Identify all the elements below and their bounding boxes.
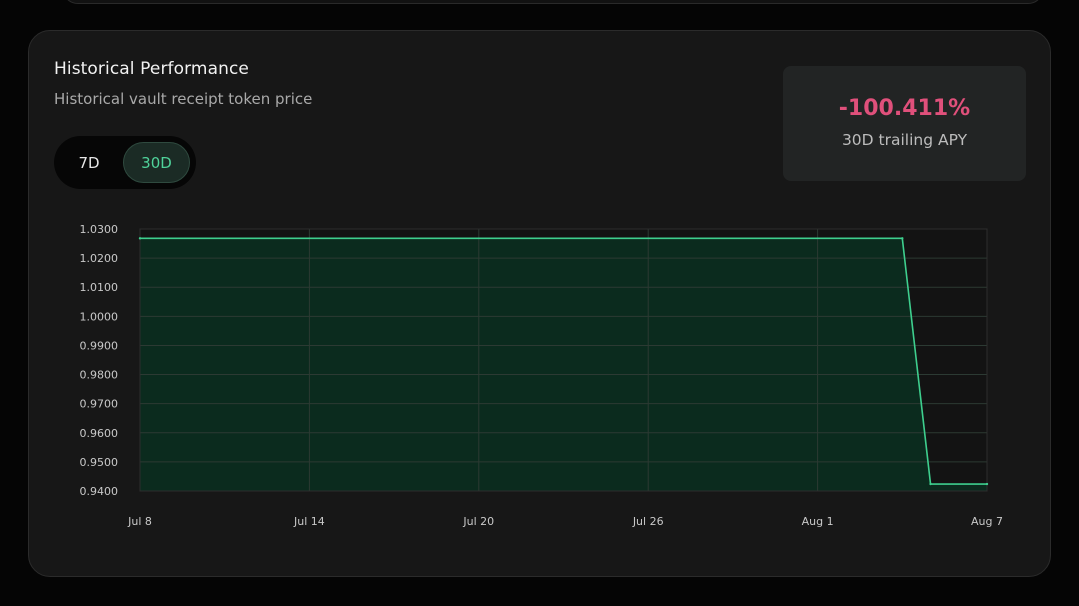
series-point: [985, 482, 989, 486]
series-point: [138, 237, 142, 240]
y-tick-label: 1.0200: [80, 252, 119, 265]
y-tick-label: 1.0100: [80, 281, 119, 294]
x-tick-label: Jul 8: [127, 515, 152, 528]
y-tick-label: 0.9600: [80, 427, 119, 440]
series-point: [929, 482, 932, 486]
series-point: [901, 237, 904, 240]
price-chart: 1.0300 1.0200 1.0100 1.0000 0.9900 0.9800 0.97…: [80, 223, 1003, 528]
y-tick-label: 0.9800: [80, 369, 119, 382]
y-tick-label: 0.9400: [80, 485, 119, 498]
y-tick-label: 1.0300: [80, 223, 119, 236]
y-tick-label: 0.9700: [80, 398, 119, 411]
series-area: [140, 238, 987, 491]
y-tick-label: 0.9500: [80, 456, 119, 469]
x-tick-label: Jul 26: [632, 515, 664, 528]
y-tick-label: 0.9900: [80, 339, 119, 352]
x-tick-label: Aug 1: [802, 515, 834, 528]
x-tick-label: Aug 7: [971, 515, 1003, 528]
y-tick-label: 1.0000: [80, 310, 119, 323]
x-tick-label: Jul 14: [293, 515, 325, 528]
x-tick-label: Jul 20: [462, 515, 494, 528]
